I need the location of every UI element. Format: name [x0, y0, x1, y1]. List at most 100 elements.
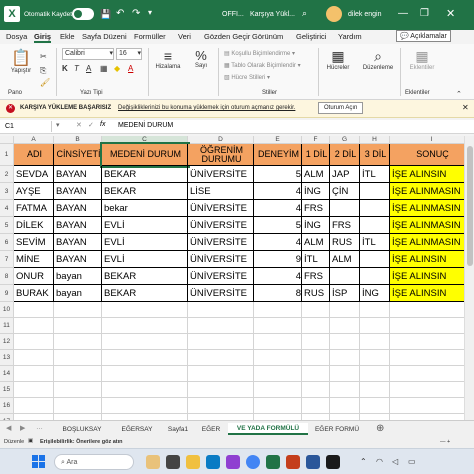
table-cell[interactable]: ALM: [302, 234, 330, 251]
table-cell[interactable]: BAYAN: [54, 251, 102, 268]
row-header[interactable]: 12: [0, 334, 14, 350]
menu-item[interactable]: Ekle: [60, 32, 75, 41]
empty-cell[interactable]: [360, 382, 390, 398]
row-header[interactable]: 6: [0, 234, 14, 251]
sheet-tab[interactable]: BOŞLUKSAY: [52, 423, 112, 435]
column-header[interactable]: B: [54, 136, 102, 144]
empty-cell[interactable]: [54, 350, 102, 366]
table-cell[interactable]: ÜNİVERSİTE: [188, 268, 254, 285]
empty-cell[interactable]: [360, 302, 390, 318]
empty-cell[interactable]: [54, 382, 102, 398]
sheet-tab[interactable]: VE YADA FORMÜLÜ: [228, 423, 308, 435]
empty-cell[interactable]: [254, 398, 302, 414]
undo-icon[interactable]: ↶: [116, 8, 124, 19]
save-icon[interactable]: 💾: [100, 9, 111, 20]
table-cell[interactable]: ÜNİVERSİTE: [188, 166, 254, 183]
row-header[interactable]: 13: [0, 350, 14, 366]
empty-cell[interactable]: [54, 398, 102, 414]
table-cell[interactable]: İNG: [360, 285, 390, 302]
menu-item[interactable]: Görünüm: [252, 32, 283, 41]
empty-cell[interactable]: [330, 350, 360, 366]
empty-cell[interactable]: [302, 382, 330, 398]
empty-cell[interactable]: [390, 398, 474, 414]
empty-cell[interactable]: [330, 382, 360, 398]
cell-styles-button[interactable]: ▧ Hücre Stilleri ▾: [224, 74, 270, 81]
row-header[interactable]: 4: [0, 200, 14, 217]
alignment-button[interactable]: ≡ Hizalama: [150, 48, 186, 70]
table-header-cell[interactable]: 2 DİL: [330, 144, 360, 166]
table-cell[interactable]: bayan: [54, 285, 102, 302]
table-cell[interactable]: [330, 268, 360, 285]
table-header-cell[interactable]: MEDENİ DURUM: [100, 142, 190, 168]
more-sheets-icon[interactable]: …: [36, 424, 43, 431]
empty-cell[interactable]: [302, 334, 330, 350]
table-cell[interactable]: İŞE ALINMASIN: [390, 217, 474, 234]
table-cell[interactable]: FRS: [302, 268, 330, 285]
name-box[interactable]: C1: [2, 121, 52, 132]
format-painter-icon[interactable]: 🖌: [40, 78, 50, 87]
underline-button[interactable]: A: [86, 64, 91, 73]
table-cell[interactable]: FRS: [302, 200, 330, 217]
addins-button[interactable]: ▦ Eklentiler: [402, 48, 442, 71]
empty-cell[interactable]: [14, 302, 54, 318]
vertical-scrollbar[interactable]: [464, 136, 474, 420]
file-explorer-icon[interactable]: [186, 455, 200, 469]
table-cell[interactable]: LİSE: [188, 183, 254, 200]
row-header[interactable]: 10: [0, 302, 14, 318]
empty-cell[interactable]: [14, 350, 54, 366]
sheet-tab[interactable]: EĞERSAY: [116, 423, 158, 435]
minimize-icon[interactable]: —: [398, 8, 408, 19]
table-cell[interactable]: BAYAN: [54, 166, 102, 183]
autosave-toggle[interactable]: [72, 8, 94, 20]
table-cell[interactable]: İTL: [360, 234, 390, 251]
sheet-tab[interactable]: EĞER FORMÜ: [310, 423, 364, 435]
chrome-icon[interactable]: [246, 455, 260, 469]
accessibility-status[interactable]: Erişilebilirlik: Önerilere göz atın: [40, 439, 123, 445]
empty-cell[interactable]: [254, 382, 302, 398]
table-cell[interactable]: ALM: [330, 251, 360, 268]
empty-cell[interactable]: [102, 350, 188, 366]
empty-cell[interactable]: [188, 382, 254, 398]
empty-cell[interactable]: [390, 318, 474, 334]
empty-cell[interactable]: [390, 302, 474, 318]
table-cell[interactable]: EVLİ: [102, 217, 188, 234]
column-header[interactable]: H: [360, 136, 390, 144]
empty-cell[interactable]: [360, 366, 390, 382]
empty-cell[interactable]: [390, 366, 474, 382]
table-cell[interactable]: 4: [254, 234, 302, 251]
table-cell[interactable]: İTL: [360, 166, 390, 183]
table-cell[interactable]: RUS: [302, 285, 330, 302]
empty-cell[interactable]: [14, 382, 54, 398]
row-header[interactable]: 16: [0, 398, 14, 414]
confirm-formula-icon[interactable]: ✓: [88, 121, 94, 129]
table-cell[interactable]: MİNE: [14, 251, 54, 268]
insert-function-icon[interactable]: fx: [100, 121, 105, 128]
table-cell[interactable]: İŞE ALINSIN: [390, 285, 474, 302]
column-header[interactable]: G: [330, 136, 360, 144]
add-sheet-icon[interactable]: ⊕: [376, 423, 384, 434]
table-cell[interactable]: BEKAR: [102, 268, 188, 285]
paste-button[interactable]: 📋 Yapıştır: [6, 48, 36, 74]
tray-overflow-icon[interactable]: ⌃: [360, 457, 367, 466]
empty-cell[interactable]: [254, 350, 302, 366]
table-header-cell[interactable]: DENEYİM: [254, 144, 302, 166]
column-header[interactable]: C: [102, 136, 188, 144]
edge-icon[interactable]: [206, 455, 220, 469]
wifi-icon[interactable]: ◠: [376, 457, 383, 466]
table-cell[interactable]: İŞE ALINMASIN: [390, 200, 474, 217]
conditional-format-button[interactable]: ▤ Koşullu Biçimlendirme ▾: [224, 50, 295, 57]
column-header[interactable]: I: [390, 136, 474, 144]
fill-color-icon[interactable]: ◆: [114, 64, 120, 73]
empty-cell[interactable]: [54, 334, 102, 350]
empty-cell[interactable]: [330, 366, 360, 382]
next-sheet-icon[interactable]: ▶: [20, 424, 25, 432]
excel-taskbar-icon[interactable]: [266, 455, 280, 469]
empty-cell[interactable]: [360, 318, 390, 334]
table-header-cell[interactable]: ADI: [14, 144, 54, 166]
menu-item[interactable]: Yardım: [338, 32, 362, 41]
table-cell[interactable]: ÜNİVERSİTE: [188, 285, 254, 302]
empty-cell[interactable]: [302, 350, 330, 366]
row-header[interactable]: 7: [0, 251, 14, 268]
format-as-table-button[interactable]: ▦ Tablo Olarak Biçimlendir ▾: [224, 62, 301, 69]
empty-cell[interactable]: [302, 398, 330, 414]
